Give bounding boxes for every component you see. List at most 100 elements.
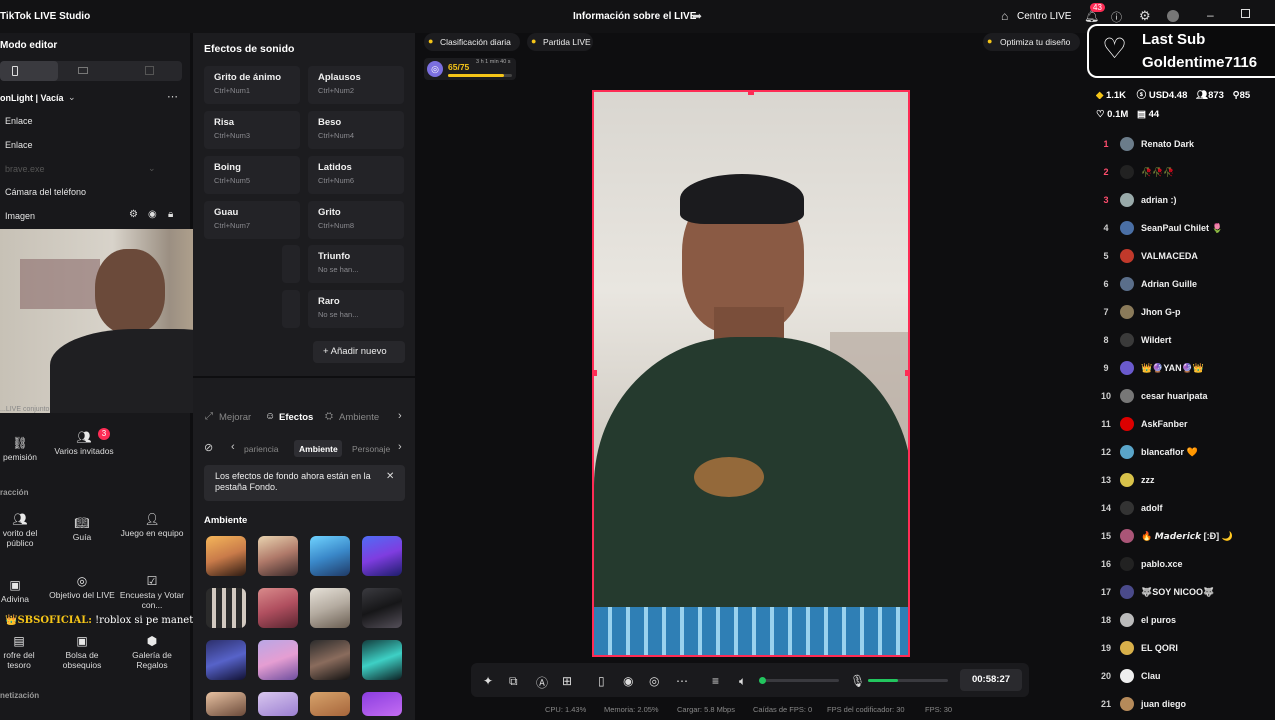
source-item[interactable]: Imagen [5, 211, 35, 221]
chevron-down-icon[interactable]: ⌄ [48, 40, 56, 51]
tool-tile[interactable]: ▣ Bolsa de obsequios [48, 635, 116, 670]
tool-tile[interactable]: ⛓ pemisión [0, 437, 40, 462]
viewer-row[interactable]: 19 EL QORI [1096, 635, 1275, 663]
tool-tile[interactable]: 👤︎ Juego en equipo [118, 513, 186, 538]
effect-thumbnail[interactable] [362, 692, 402, 716]
phone-icon[interactable]: ▯ [598, 674, 605, 688]
effect-thumbnail[interactable] [206, 692, 246, 716]
effect-thumbnail[interactable] [310, 536, 350, 576]
live-match-button[interactable]: ● Partida LIVE [527, 33, 593, 51]
tab-ambiente[interactable]: Ambiente [339, 412, 379, 423]
sound-button-partial[interactable] [282, 245, 300, 283]
viewer-row[interactable]: 17 🐺SOY NICOO🐺 [1096, 579, 1275, 607]
viewer-row[interactable]: 9 👑🔮YAN🔮👑 [1096, 355, 1275, 383]
viewer-row[interactable]: 2 🥀🥀🥀 [1096, 159, 1275, 187]
viewer-row[interactable]: 1 Renato Dark [1096, 131, 1275, 159]
tab-mejorar[interactable]: Mejorar [219, 412, 251, 423]
camera-switch-icon[interactable]: ◎ [649, 674, 659, 688]
viewer-row[interactable]: 13 zzz [1096, 467, 1275, 495]
viewer-row[interactable]: 14 adolf [1096, 495, 1275, 523]
sound-button[interactable]: Risa Ctrl+Num3 [204, 111, 300, 149]
magic-wand-icon[interactable]: ✦ [483, 674, 493, 688]
split-layout-tab[interactable] [145, 66, 154, 75]
daily-rank-button[interactable]: ● Clasificación diaria [424, 33, 520, 51]
tool-tile[interactable]: 👥︎ vorito del público [0, 513, 40, 548]
effect-thumbnail[interactable] [362, 640, 402, 680]
subtab[interactable]: Personaje [352, 444, 390, 454]
viewer-row[interactable]: 8 Wildert [1096, 327, 1275, 355]
source-item[interactable]: Enlace [5, 140, 33, 150]
sound-button[interactable]: Latidos Ctrl+Num6 [308, 156, 404, 194]
live-preview[interactable] [592, 90, 910, 657]
source-item[interactable]: brave.exe [5, 164, 45, 174]
resize-handle[interactable] [748, 92, 754, 95]
effect-thumbnail[interactable] [206, 640, 246, 680]
effect-thumbnail[interactable] [258, 536, 298, 576]
sound-button[interactable]: Triunfo No se han... [308, 245, 404, 283]
help-icon[interactable]: ⓘ [1111, 9, 1122, 25]
maximize-icon[interactable] [1241, 9, 1250, 18]
effect-thumbnail[interactable] [258, 692, 298, 716]
avatar[interactable] [1167, 10, 1179, 22]
more-icon[interactable]: ⋯ [167, 90, 178, 103]
tool-tile[interactable]: 📖︎ Guía [48, 517, 116, 542]
effect-thumbnail[interactable] [310, 692, 350, 716]
effect-thumbnail[interactable] [362, 536, 402, 576]
viewer-row[interactable]: 5 VALMACEDA [1096, 243, 1275, 271]
subtab[interactable]: pariencia [244, 444, 279, 454]
viewer-row[interactable]: 21 juan diego [1096, 691, 1275, 719]
viewer-row[interactable]: 11 AskFanber [1096, 411, 1275, 439]
record-icon[interactable]: ◉ [623, 674, 633, 688]
settings-icon[interactable]: ⚙ [129, 209, 138, 220]
share-icon[interactable]: ➦ [692, 9, 702, 23]
volume-slider[interactable] [759, 677, 839, 684]
subtab-ambiente[interactable]: Ambiente [299, 444, 338, 454]
sound-button[interactable]: Beso Ctrl+Num4 [308, 111, 404, 149]
goal-progress[interactable]: ◎ 65/75 3 h 1 min 40 s [424, 58, 516, 80]
sound-button[interactable]: Grito de ánimo Ctrl+Num1 [204, 66, 300, 104]
portrait-layout-tab[interactable] [0, 61, 58, 81]
viewer-row[interactable]: 4 SeanPaul Chilet 🌷 [1096, 215, 1275, 243]
landscape-layout-tab[interactable] [78, 67, 88, 74]
sound-button[interactable]: Grito Ctrl+Num8 [308, 201, 404, 239]
sound-button[interactable]: Boing Ctrl+Num5 [204, 156, 300, 194]
live-center-button[interactable]: Centro LIVE [1017, 11, 1071, 22]
viewer-row[interactable]: 3 adrian :) [1096, 187, 1275, 215]
eye-icon[interactable]: ◉ [148, 209, 157, 220]
sound-button[interactable]: Guau Ctrl+Num7 [204, 201, 300, 239]
more-icon[interactable]: ⋯ [676, 674, 688, 688]
add-sound-button[interactable]: + Añadir nuevo [313, 341, 405, 363]
none-icon[interactable]: ⊘ [204, 441, 213, 454]
source-item[interactable]: Enlace [5, 116, 33, 126]
viewer-row[interactable]: 20 Clau [1096, 663, 1275, 691]
source-item[interactable]: Cámara del teléfono [5, 187, 86, 197]
gear-icon[interactable]: ⚙ [1139, 8, 1151, 24]
effect-thumbnail[interactable] [310, 640, 350, 680]
resize-handle[interactable] [594, 370, 597, 376]
auto-icon[interactable]: Ⓐ [536, 674, 548, 691]
viewer-row[interactable]: 6 Adrian Guille [1096, 271, 1275, 299]
add-source-icon[interactable]: ⊞ [562, 674, 572, 688]
chevron-down-icon[interactable]: ⌄ [148, 163, 156, 174]
effect-thumbnail[interactable] [258, 640, 298, 680]
effect-thumbnail[interactable] [258, 588, 298, 628]
mic-slider[interactable] [868, 679, 948, 682]
viewer-row[interactable]: 15 🔥 𝙈𝙖𝙙𝙚𝙧𝙞𝙘𝙠 [:Ð] 🌙 [1096, 523, 1275, 551]
viewer-row[interactable]: 12 blancaflor 🧡 [1096, 439, 1275, 467]
viewer-row[interactable]: 18 el puros [1096, 607, 1275, 635]
viewer-row[interactable]: 7 Jhon G-p [1096, 299, 1275, 327]
viewer-row[interactable]: 16 pablo.xce [1096, 551, 1275, 579]
effect-thumbnail[interactable] [206, 588, 246, 628]
chevron-right-icon[interactable]: › [398, 410, 402, 422]
sound-button[interactable]: Aplausos Ctrl+Num2 [308, 66, 404, 104]
chevron-left-icon[interactable]: ‹ [231, 441, 235, 453]
speaker-icon[interactable]: 🔈︎ [739, 674, 746, 689]
tool-tile[interactable]: ◎ Objetivo del LIVE [48, 575, 116, 600]
sound-button[interactable]: Raro No se han... [308, 290, 404, 328]
lock-icon[interactable]: 🔒︎ [168, 209, 173, 220]
chevron-right-icon[interactable]: › [398, 441, 402, 453]
tab-efectos[interactable]: Efectos [279, 412, 313, 423]
mixer-icon[interactable]: ≡ [712, 674, 719, 688]
tool-tile[interactable]: ▤ rofre del tesoro [0, 635, 38, 670]
sound-button-partial[interactable] [282, 290, 300, 328]
